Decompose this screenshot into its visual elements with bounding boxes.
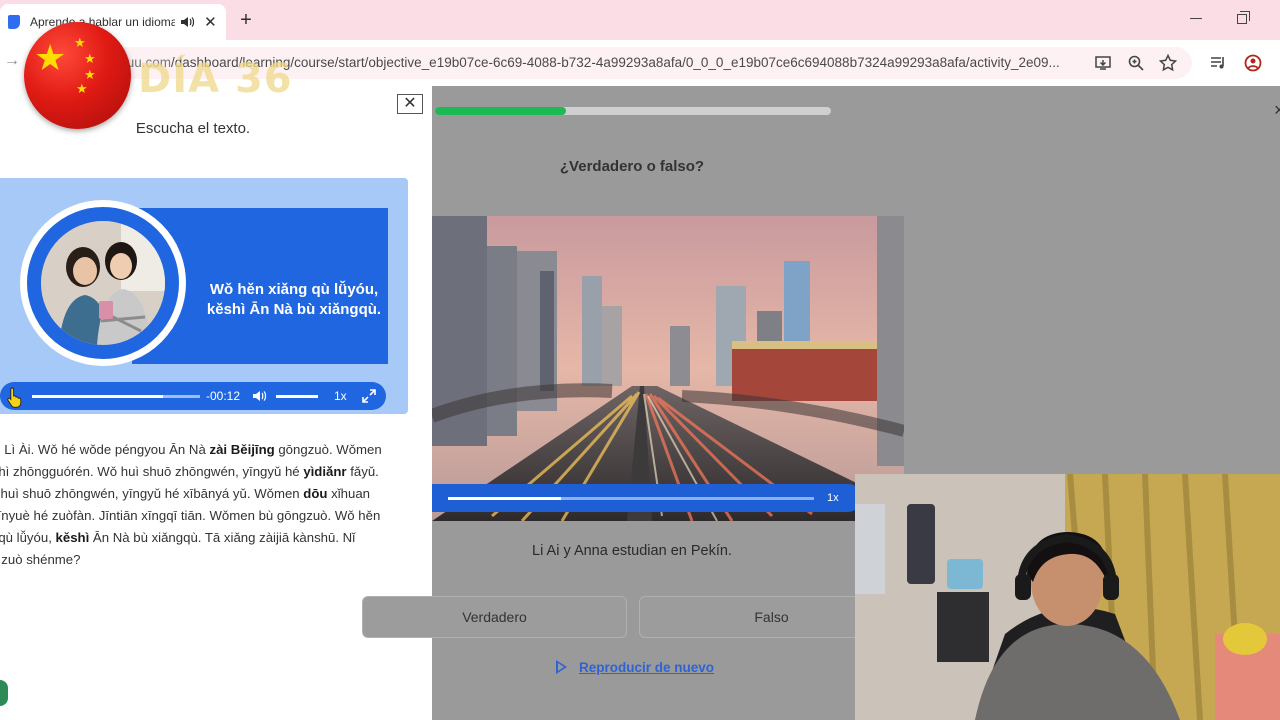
highlighted-word[interactable]: zài Běijīng xyxy=(209,442,274,457)
video-caption-line1: Wǒ hěn xiǎng qù lǚyóu, xyxy=(209,281,379,298)
video-progress-fill xyxy=(448,497,562,500)
transcript-segment: gōngzuò. Wǒmen xyxy=(274,442,382,457)
city-traffic-image xyxy=(432,216,904,521)
speakers-photo-image xyxy=(41,221,165,345)
tab-title: Aprende a hablar un idioma xyxy=(30,15,175,29)
two-women-illustration xyxy=(41,221,165,345)
url-path: /dashboard/learning/course/start/objecti… xyxy=(171,55,1060,70)
transcript-segment: g yīnyuè hé zuòfàn. Jīntiān xīngqī tiān.… xyxy=(0,508,381,523)
bookmark-star-icon[interactable] xyxy=(1158,53,1178,73)
lesson-progress xyxy=(435,107,831,115)
install-app-icon[interactable] xyxy=(1093,53,1113,73)
transcript-segment: iān zuò shénme? xyxy=(0,552,81,567)
transcript-text: jiào Lì Ài. Wǒ hé wǒde péngyou Ān Nà zài… xyxy=(0,439,410,571)
transcript-line: iān zuò shénme? xyxy=(0,549,410,571)
playback-rate[interactable]: 1x xyxy=(334,389,347,403)
lesson-video[interactable]: Wǒ hěn xiǎng qù lǚyóu, kěshì Ān Nà bù xi… xyxy=(0,178,408,414)
audio-progress-track[interactable] xyxy=(32,395,200,398)
video-progress-track[interactable] xyxy=(448,497,814,500)
busuu-favicon-icon xyxy=(8,15,20,29)
video-player-bar: 1x xyxy=(432,484,862,512)
video-caption: Wǒ hěn xiǎng qù lǚyóu, kěshì Ān Nà bù xi… xyxy=(204,280,384,320)
minimize-icon[interactable] xyxy=(1190,18,1202,19)
lesson-progress-fill xyxy=(435,107,566,115)
profile-icon[interactable] xyxy=(1243,53,1263,73)
day-counter: DÍA 36 xyxy=(138,56,293,102)
china-flag-icon: ★ ★ ★ ★ ★ xyxy=(24,22,131,129)
restore-icon[interactable] xyxy=(1237,11,1250,24)
audio-time: -00:12 xyxy=(206,389,241,403)
transcript-segment: Nà huì shuō zhōngwén, yīngyǔ hé xībānyá … xyxy=(0,486,304,501)
panel-close-button[interactable]: ✕ xyxy=(397,94,423,114)
transcript-segment: ng qù lǚyóu, xyxy=(0,530,52,545)
highlighted-word[interactable]: kěshì xyxy=(56,530,90,545)
transcript-line: jiào Lì Ài. Wǒ hé wǒde péngyou Ān Nà zài… xyxy=(0,439,410,461)
speakers-photo xyxy=(20,200,186,366)
transcript-segment: Ān Nà bù xiǎngqù. Tā xiǎng zàijiā kànshū… xyxy=(89,530,356,545)
webcam-feed-image xyxy=(855,474,1280,720)
transcript-line: ng qù lǚyóu, kěshì Ān Nà bù xiǎngqù. Tā … xyxy=(0,527,410,549)
statement-text: Li Ai y Anna estudian en Pekín. xyxy=(532,543,732,559)
media-control-icon[interactable] xyxy=(1208,53,1228,73)
video-playback-rate[interactable]: 1x xyxy=(827,492,839,504)
new-tab-icon[interactable]: + xyxy=(236,9,256,32)
transcript-line: g yīnyuè hé zuòfàn. Jīntiān xīngqī tiān.… xyxy=(0,505,410,527)
tab-audio-icon[interactable] xyxy=(179,14,195,30)
transcript-line: u shì zhōngguórén. Wǒ huì shuō zhōngwén,… xyxy=(0,461,410,483)
audio-progress-fill xyxy=(32,395,164,398)
play-icon xyxy=(556,660,567,674)
browser-tabstrip: Aprende a hablar un idioma ✕ + xyxy=(0,0,1280,40)
replay-button[interactable]: Reproducir de nuevo xyxy=(556,657,714,677)
fullscreen-icon[interactable] xyxy=(362,389,376,403)
activity-video[interactable]: 1x xyxy=(432,216,904,521)
tab-close-icon[interactable]: ✕ xyxy=(203,13,218,31)
chat-bubble-icon[interactable] xyxy=(0,680,8,706)
volume-icon[interactable] xyxy=(252,389,267,403)
question-prompt: ¿Verdadero o falso? xyxy=(559,158,705,175)
highlighted-word[interactable]: yìdiǎnr xyxy=(303,464,346,479)
replay-label: Reproducir de nuevo xyxy=(579,659,715,675)
webcam-overlay xyxy=(855,474,1280,720)
answer-true-button[interactable]: Verdadero xyxy=(362,596,627,638)
hand-pointer-icon xyxy=(7,387,22,408)
forward-arrow-icon[interactable]: → xyxy=(4,52,20,70)
highlighted-word[interactable]: dōu xyxy=(303,486,327,501)
volume-slider[interactable] xyxy=(276,395,318,398)
transcript-segment: xǐhuan xyxy=(327,486,370,501)
audio-player: -00:12 1x xyxy=(0,382,386,410)
transcript-segment: jiào Lì Ài. Wǒ hé wǒde péngyou Ān Nà xyxy=(0,442,210,457)
transcript-segment: fǎyǔ. xyxy=(346,464,379,479)
close-lesson-button[interactable]: × xyxy=(1274,100,1280,121)
zoom-icon[interactable] xyxy=(1126,53,1146,73)
video-caption-line2: kěshì Ān Nà bù xiǎngqù. xyxy=(206,301,382,318)
transcript-segment: shì zhōngguórén. Wǒ huì shuō zhōngwén, y… xyxy=(0,464,304,479)
transcript-line: Nà huì shuō zhōngwén, yīngyǔ hé xībānyá … xyxy=(0,483,410,505)
